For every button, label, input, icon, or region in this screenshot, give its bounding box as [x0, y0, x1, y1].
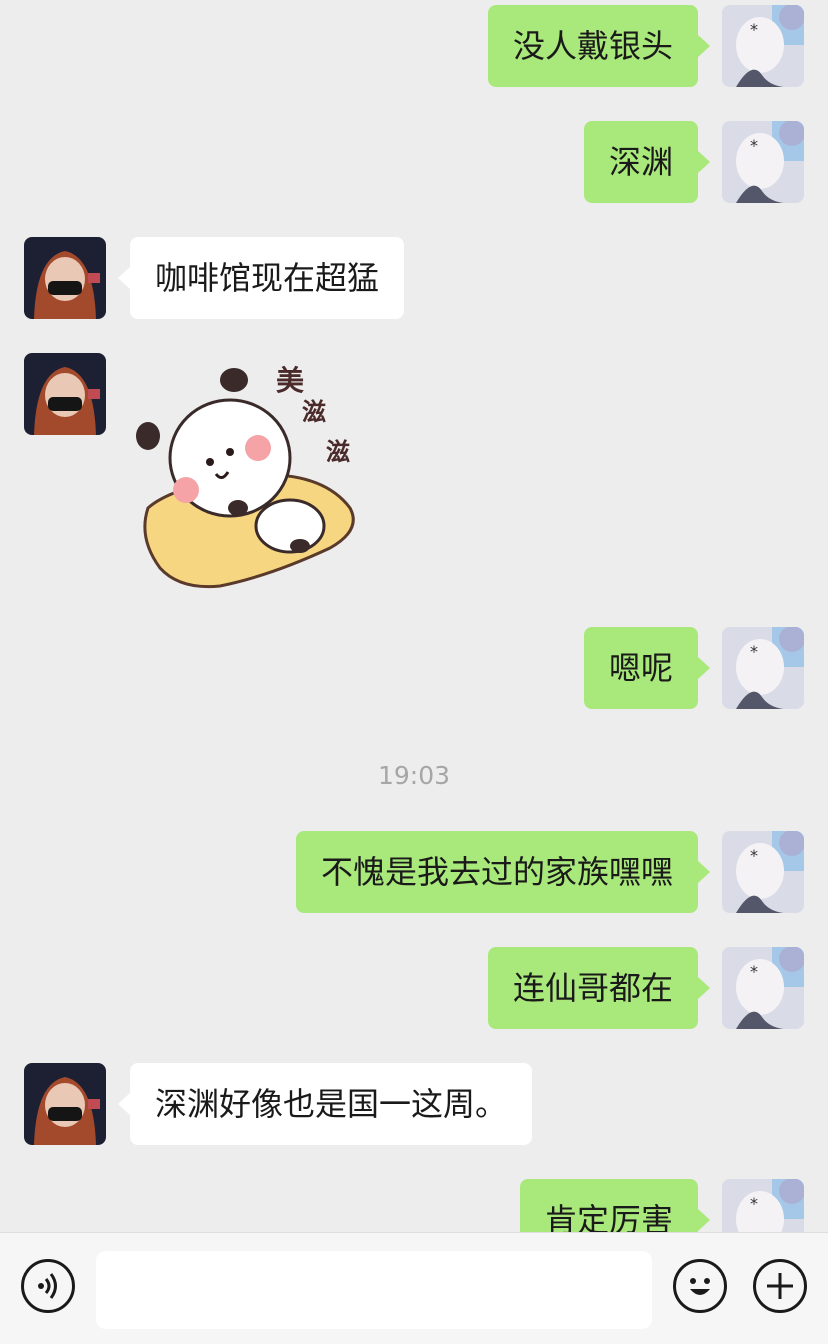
incoming-message-bubble[interactable]: 深渊好像也是国一这周。	[117, 1063, 533, 1145]
voice-input-button[interactable]	[21, 1259, 75, 1313]
my-avatar[interactable]: *	[722, 627, 804, 709]
svg-text:*: *	[750, 642, 758, 661]
svg-text:*: *	[750, 1194, 758, 1213]
panda-sticker[interactable]: 美 滋 滋	[130, 358, 370, 598]
my-avatar[interactable]: *	[722, 5, 804, 87]
more-functions-button[interactable]	[753, 1259, 807, 1313]
my-avatar[interactable]: *	[722, 121, 804, 203]
svg-text:*: *	[750, 136, 758, 155]
sticker-caption-1: 美	[276, 364, 304, 397]
incoming-message-bubble[interactable]: 咖啡馆现在超猛	[117, 237, 405, 319]
contact-avatar[interactable]	[24, 1063, 106, 1145]
voice-icon	[38, 1273, 57, 1299]
chat-message-list[interactable]: 没人戴银头 * 深渊 * 咖啡馆现在超猛 美 滋 滋 嗯呢 * 19:03 不愧…	[0, 0, 828, 1232]
message-timestamp: 19:03	[377, 761, 451, 790]
my-avatar[interactable]: *	[722, 947, 804, 1029]
svg-text:*: *	[750, 846, 758, 865]
message-text-input[interactable]	[96, 1251, 652, 1329]
contact-avatar[interactable]	[24, 353, 106, 435]
outgoing-message-bubble[interactable]: 深渊	[583, 121, 711, 203]
outgoing-message-bubble[interactable]: 连仙哥都在	[487, 947, 711, 1029]
emoji-icon	[690, 1278, 710, 1295]
outgoing-message-bubble[interactable]: 嗯呢	[583, 627, 711, 709]
plus-icon	[767, 1273, 793, 1299]
chat-input-bar	[0, 1232, 828, 1344]
emoji-button[interactable]	[673, 1259, 727, 1313]
svg-text:*: *	[750, 20, 758, 39]
outgoing-message-bubble[interactable]: 没人戴银头	[487, 5, 711, 87]
contact-avatar[interactable]	[24, 237, 106, 319]
sticker-caption-3: 滋	[326, 438, 350, 466]
outgoing-message-bubble[interactable]: 不愧是我去过的家族嘿嘿	[295, 831, 711, 913]
svg-text:*: *	[750, 962, 758, 981]
my-avatar[interactable]: *	[722, 1179, 804, 1232]
sticker-caption-2: 滋	[302, 398, 326, 426]
outgoing-message-bubble[interactable]: 肯定厉害	[519, 1179, 711, 1232]
my-avatar[interactable]: *	[722, 831, 804, 913]
